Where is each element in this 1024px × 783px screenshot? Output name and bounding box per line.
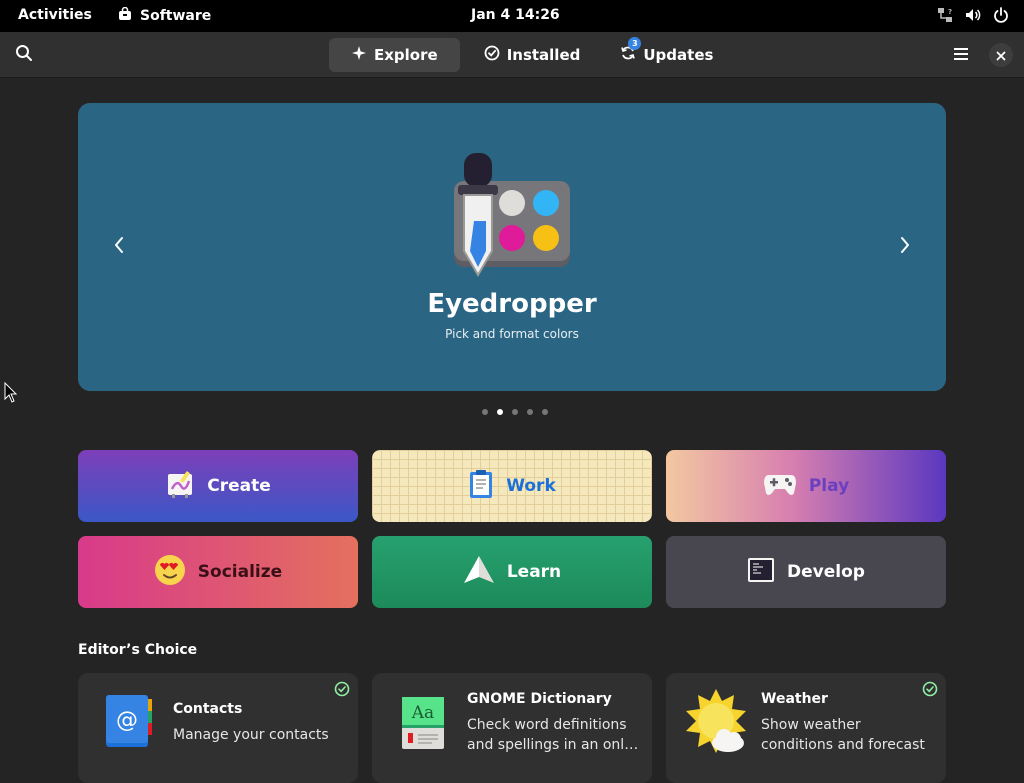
category-label: Work <box>506 476 556 496</box>
app-name: Contacts <box>173 701 243 717</box>
tab-explore[interactable]: Explore <box>329 38 460 72</box>
featured-app-subtitle: Pick and format colors <box>445 327 579 341</box>
tab-label: Explore <box>374 46 438 64</box>
category-label: Learn <box>506 562 562 582</box>
tab-installed[interactable]: Installed <box>468 38 597 72</box>
clipboard-icon <box>468 469 494 504</box>
eyedropper-app-icon <box>446 151 576 281</box>
category-label: Socialize <box>197 562 283 582</box>
svg-text:?: ? <box>948 8 952 16</box>
clock[interactable]: Jan 4 14:26 <box>471 7 560 23</box>
app-description: Show weather conditions and forecast <box>761 717 925 753</box>
carousel-previous-button[interactable] <box>108 233 130 261</box>
mouse-pointer-icon <box>4 381 18 408</box>
category-play-button[interactable]: Play <box>666 450 946 522</box>
app-name: GNOME Dictionary <box>467 691 612 707</box>
create-icon <box>165 469 195 504</box>
close-icon <box>996 46 1006 65</box>
featured-carousel[interactable]: Eyedropper Pick and format colors <box>78 103 946 391</box>
tab-updates[interactable]: 3 Updates <box>604 37 729 72</box>
volume-icon[interactable] <box>964 6 982 24</box>
carousel-dot[interactable] <box>542 409 548 415</box>
sparkle-icon <box>351 45 367 65</box>
installed-check-icon <box>922 681 938 697</box>
category-label: Play <box>808 476 850 496</box>
category-label: Develop <box>787 562 865 582</box>
category-label: Create <box>207 476 271 496</box>
refresh-icon: 3 <box>620 37 642 65</box>
system-top-bar: Activities Software Jan 4 14:26 ? <box>0 0 1024 32</box>
search-button[interactable] <box>8 39 40 71</box>
section-title-editors-choice: Editor’s Choice <box>78 642 198 658</box>
updates-count-badge: 3 <box>628 37 642 50</box>
carousel-next-button[interactable] <box>894 233 916 261</box>
tab-label: Installed <box>506 46 581 64</box>
carousel-dot[interactable] <box>527 409 533 415</box>
app-menu-button[interactable]: Software <box>118 6 212 25</box>
tab-label: Updates <box>643 46 714 64</box>
header-bar: Explore Installed 3 Updates <box>0 32 1024 78</box>
contacts-icon-glyph: @ <box>116 708 138 733</box>
gamepad-icon <box>763 471 797 502</box>
view-switcher: Explore Installed 3 Updates <box>329 37 729 72</box>
category-learn-button[interactable]: Learn <box>372 536 652 608</box>
main-menu-button[interactable] <box>944 39 978 71</box>
weather-icon <box>684 687 748 755</box>
system-tray[interactable]: ? <box>936 6 1010 24</box>
app-name: Weather <box>761 691 828 707</box>
search-icon <box>15 44 33 66</box>
dictionary-icon: Aa <box>398 693 450 751</box>
network-icon[interactable]: ? <box>936 6 954 24</box>
chevron-left-icon <box>113 236 125 258</box>
activities-button[interactable]: Activities <box>18 7 92 23</box>
app-card-weather[interactable]: Weather Show weather conditions and fore… <box>666 673 946 783</box>
close-window-button[interactable] <box>989 43 1013 67</box>
carousel-dot[interactable] <box>482 409 488 415</box>
app-description: Manage your contacts <box>173 727 329 743</box>
bag-icon <box>118 6 132 25</box>
chevron-right-icon <box>899 236 911 258</box>
category-develop-button[interactable]: Develop <box>666 536 946 608</box>
category-socialize-button[interactable]: Socialize <box>78 536 358 608</box>
hamburger-menu-icon <box>953 46 969 65</box>
installed-check-icon <box>334 681 350 697</box>
category-work-button[interactable]: Work <box>372 450 652 522</box>
power-icon[interactable] <box>992 6 1010 24</box>
terminal-icon <box>747 557 775 588</box>
carousel-indicators <box>482 409 548 415</box>
carousel-dot-active[interactable] <box>497 409 503 415</box>
check-circle-icon <box>484 45 500 65</box>
app-description: Check word definitions and spellings in … <box>467 717 639 753</box>
dictionary-icon-glyph: Aa <box>411 703 434 723</box>
heart-eyes-emoji-icon <box>154 554 186 591</box>
app-name: Software <box>140 8 212 24</box>
carousel-dot[interactable] <box>512 409 518 415</box>
app-card-contacts[interactable]: @ Contacts Manage your contacts <box>78 673 358 783</box>
category-create-button[interactable]: Create <box>78 450 358 522</box>
app-card-gnome-dictionary[interactable]: Aa GNOME Dictionary Check word definitio… <box>372 673 652 783</box>
featured-app-title: Eyedropper <box>427 289 597 319</box>
paper-plane-icon <box>463 555 495 590</box>
contacts-icon: @ <box>104 693 156 751</box>
